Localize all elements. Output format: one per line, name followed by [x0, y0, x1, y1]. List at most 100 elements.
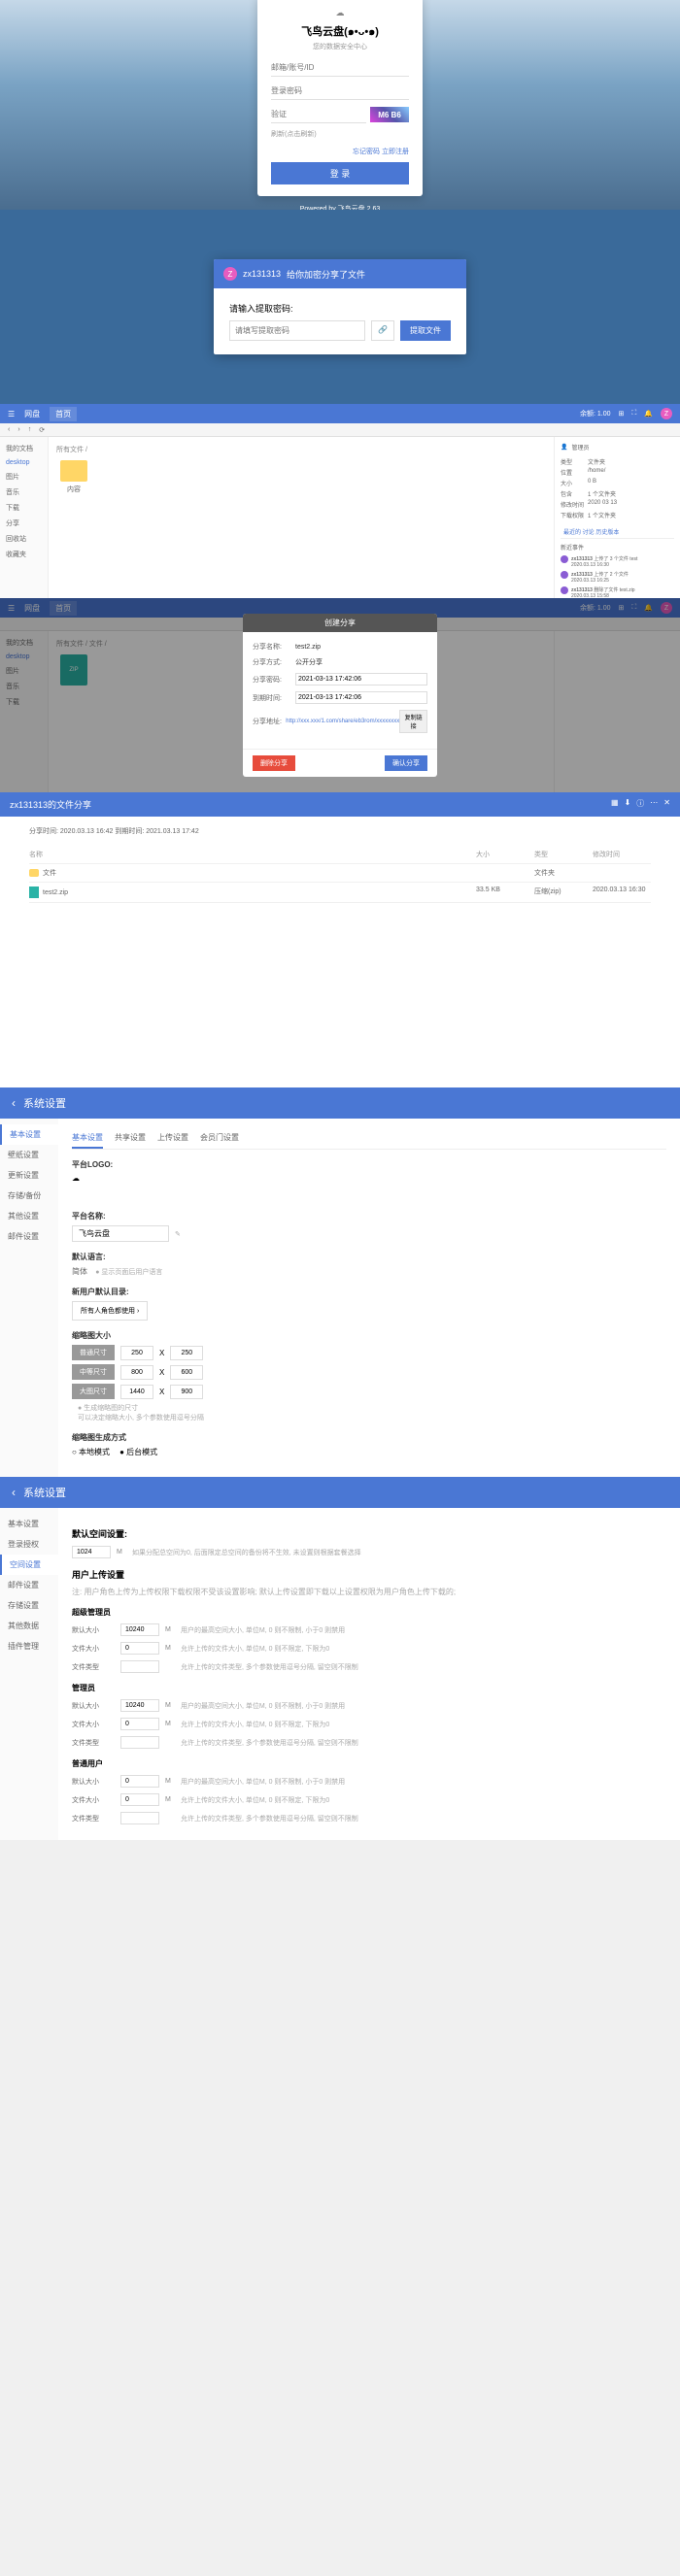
- rp-tab[interactable]: 最近的 讨论 历史版本: [561, 525, 622, 538]
- forward-icon[interactable]: ›: [17, 426, 19, 433]
- sidebar-item[interactable]: 更新设置: [0, 1165, 58, 1186]
- sidebar-item[interactable]: 收藏夹: [4, 547, 44, 562]
- user-avatar-icon[interactable]: Z: [661, 408, 672, 419]
- link-icon[interactable]: 🔗: [371, 320, 394, 341]
- share-header: Z zx131313 给你加密分享了文件: [214, 259, 466, 288]
- username-input[interactable]: [271, 59, 409, 77]
- captcha-refresh[interactable]: 刷新(点击刷新): [271, 129, 409, 139]
- file-area[interactable]: 所有文件 / 内容: [49, 437, 554, 598]
- cfg-input[interactable]: [120, 1623, 159, 1636]
- sidebar-item[interactable]: 图片: [4, 469, 44, 485]
- extract-button[interactable]: 提取文件: [400, 320, 451, 341]
- admin-content: 默认空间设置: M 如果分配总空间为0, 后面限定总空间的备份将不生效, 未设置…: [58, 1508, 680, 1840]
- share-password-input[interactable]: [229, 320, 365, 341]
- download-icon[interactable]: ⬇: [625, 798, 631, 811]
- sidebar-item[interactable]: 我的文档: [4, 441, 44, 456]
- default-dir-button[interactable]: 所有人角色都使用 ›: [72, 1301, 148, 1321]
- platform-name-input[interactable]: [72, 1225, 169, 1242]
- back-icon[interactable]: ‹: [8, 426, 10, 433]
- cfg-input[interactable]: [120, 1775, 159, 1788]
- size-input[interactable]: [120, 1346, 153, 1360]
- close-icon[interactable]: ✕: [663, 798, 670, 811]
- sidebar-item[interactable]: 音乐: [4, 485, 44, 500]
- modal-overlay[interactable]: 创建分享 分享名称:test2.zip 分享方式:公开分享 分享密码: 到期时间…: [0, 598, 680, 792]
- size-input[interactable]: [120, 1365, 153, 1380]
- notify-icon[interactable]: 🔔: [644, 410, 653, 418]
- back-icon[interactable]: ‹: [12, 1486, 16, 1499]
- sidebar-item[interactable]: 分享: [4, 516, 44, 531]
- radio-remote[interactable]: ● 后台模式: [119, 1447, 157, 1457]
- size-input[interactable]: [170, 1346, 203, 1360]
- modal-val[interactable]: 公开分享: [295, 657, 427, 667]
- breadcrumb[interactable]: 所有文件 /: [56, 445, 546, 454]
- sidebar-item[interactable]: 基本设置: [0, 1124, 58, 1145]
- captcha-input[interactable]: [271, 106, 366, 123]
- back-icon[interactable]: ‹: [12, 1096, 16, 1110]
- refresh-icon[interactable]: ⟳: [39, 426, 45, 434]
- modal-label: 到期时间:: [253, 693, 295, 703]
- dot-icon: [561, 586, 568, 594]
- more-icon[interactable]: ⋯: [650, 798, 658, 811]
- cfg-input[interactable]: [120, 1718, 159, 1730]
- list-item[interactable]: 文件 文件夹: [29, 864, 651, 883]
- col-size: 大小: [476, 850, 534, 859]
- up-icon[interactable]: ↑: [28, 426, 32, 433]
- cfg-row: 文件大小M允许上传的文件大小, 单位M, 0 则不限定, 下限为0: [72, 1642, 666, 1655]
- cfg-input[interactable]: [120, 1660, 159, 1673]
- cfg-input[interactable]: [120, 1793, 159, 1806]
- grid-icon[interactable]: ▦: [611, 798, 619, 811]
- sidebar-item[interactable]: 存储/备份: [0, 1186, 58, 1206]
- admin-content: 基本设置 共享设置 上传设置 会员门设置 平台LOGO: ☁ 平台名称: ✎ 默…: [58, 1119, 680, 1477]
- sidebar-item[interactable]: 邮件设置: [0, 1226, 58, 1247]
- sidebar-item[interactable]: 其他数据: [0, 1616, 58, 1636]
- login-links[interactable]: 忘记密码 立即注册: [271, 147, 409, 156]
- captcha-image[interactable]: M6 B6: [370, 107, 409, 122]
- folder-icon: [60, 460, 87, 482]
- default-space-input[interactable]: [72, 1546, 111, 1558]
- sidebar-item[interactable]: 空间设置: [0, 1555, 58, 1575]
- radio-local[interactable]: ○ 本地模式: [72, 1447, 110, 1457]
- logo-preview[interactable]: ☁: [72, 1174, 99, 1201]
- sidebar-item[interactable]: 回收站: [4, 531, 44, 547]
- copy-button[interactable]: 复制链接: [399, 710, 427, 733]
- size-input[interactable]: [170, 1385, 203, 1399]
- size-input[interactable]: [120, 1385, 153, 1399]
- fullscreen-icon[interactable]: ⛶: [631, 410, 636, 418]
- cfg-input[interactable]: [120, 1812, 159, 1824]
- cfg-label: 默认大小: [72, 1701, 120, 1711]
- cfg-input[interactable]: [120, 1699, 159, 1712]
- sidebar-item-desktop[interactable]: desktop: [4, 456, 44, 469]
- confirm-share-button[interactable]: 确认分享: [385, 755, 427, 771]
- apps-icon[interactable]: ⊞: [619, 410, 625, 418]
- sidebar-item[interactable]: 其他设置: [0, 1206, 58, 1226]
- unit: M: [165, 1645, 181, 1652]
- sidebar-item[interactable]: 基本设置: [0, 1514, 58, 1534]
- cfg-input[interactable]: [120, 1736, 159, 1749]
- modal-input[interactable]: [295, 673, 427, 686]
- modal-link[interactable]: http://xxx.xxx/1.com/share/eb3rom/xxxxxx…: [286, 719, 399, 724]
- modal-input[interactable]: [295, 691, 427, 704]
- cfg-input[interactable]: [120, 1642, 159, 1655]
- edit-icon[interactable]: ✎: [175, 1231, 181, 1238]
- login-button[interactable]: 登 录: [271, 162, 409, 184]
- sidebar-item[interactable]: 登录授权: [0, 1534, 58, 1555]
- tab[interactable]: 上传设置: [157, 1128, 188, 1149]
- delete-share-button[interactable]: 删除分享: [253, 755, 295, 771]
- sidebar-item[interactable]: 壁纸设置: [0, 1145, 58, 1165]
- tab[interactable]: 基本设置: [72, 1128, 103, 1149]
- info-icon[interactable]: ⓘ: [636, 798, 644, 811]
- menu-icon[interactable]: ☰: [8, 410, 15, 418]
- tab[interactable]: 共享设置: [115, 1128, 146, 1149]
- field-label: 平台LOGO:: [72, 1159, 666, 1170]
- folder-item[interactable]: 内容: [56, 460, 91, 494]
- tab-home[interactable]: 首页: [50, 407, 77, 421]
- password-input[interactable]: [271, 83, 409, 100]
- sidebar-item[interactable]: 下载: [4, 500, 44, 516]
- tab[interactable]: 会员门设置: [200, 1128, 239, 1149]
- lang-select[interactable]: 简体: [72, 1267, 87, 1276]
- sidebar-item[interactable]: 存储设置: [0, 1595, 58, 1616]
- size-input[interactable]: [170, 1365, 203, 1380]
- list-item[interactable]: test2.zip 33.5 KB 压缩(zip) 2020.03.13 16:…: [29, 883, 651, 903]
- sidebar-item[interactable]: 邮件设置: [0, 1575, 58, 1595]
- sidebar-item[interactable]: 插件管理: [0, 1636, 58, 1656]
